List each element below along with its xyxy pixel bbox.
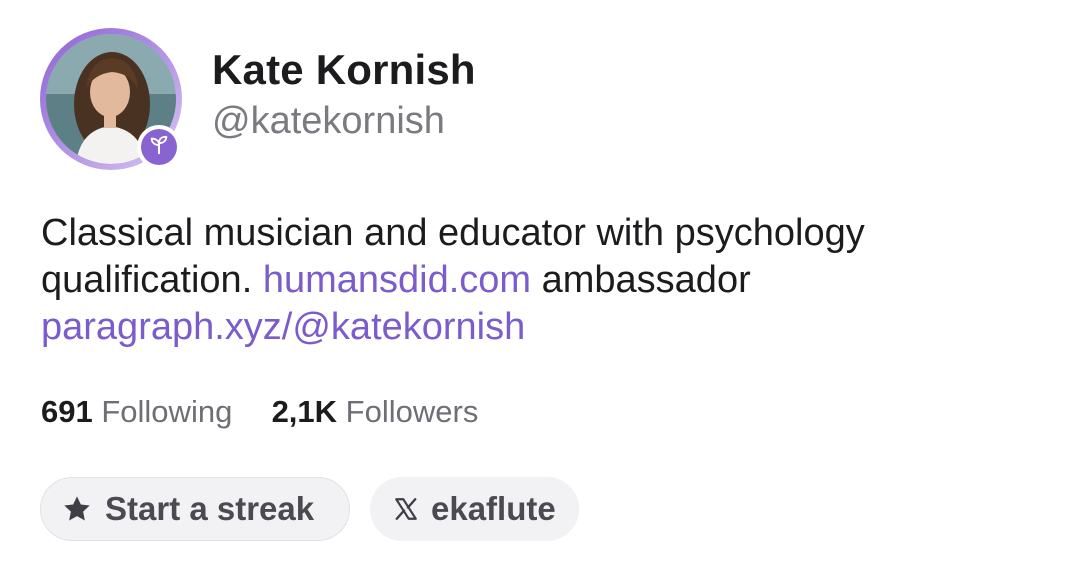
x-logo-icon	[393, 496, 419, 522]
bio-line-2: qualification. humansdid.com ambassador	[41, 257, 1041, 304]
profile-bio: Classical musician and educator with psy…	[41, 210, 1041, 351]
paragraph-link[interactable]: paragraph.xyz/@katekornish	[41, 306, 525, 348]
followers-label: Followers	[345, 394, 479, 429]
following-stat[interactable]: 691 Following	[41, 394, 241, 429]
following-label: Following	[101, 394, 233, 429]
avatar-badge	[137, 125, 181, 169]
x-account-label: ekaflute	[431, 490, 556, 527]
followers-count: 2,1K	[271, 394, 338, 429]
start-streak-label: Start a streak	[105, 490, 315, 527]
username: @katekornish	[212, 100, 445, 142]
follow-stats: 691 Following 2,1K Followers	[41, 394, 478, 430]
profile-avatar[interactable]	[40, 28, 182, 170]
bio-text: ambassador	[531, 259, 751, 301]
bio-text: qualification.	[41, 259, 263, 301]
start-streak-button[interactable]: Start a streak	[40, 477, 350, 541]
following-count: 691	[41, 394, 93, 429]
star-icon	[61, 493, 93, 525]
x-account-button[interactable]: ekaflute	[370, 477, 579, 541]
humansdid-link[interactable]: humansdid.com	[263, 259, 531, 301]
display-name: Kate Kornish	[212, 46, 476, 93]
followers-stat[interactable]: 2,1K Followers	[272, 394, 479, 429]
bio-line-1: Classical musician and educator with psy…	[41, 212, 865, 254]
sprout-icon	[148, 134, 170, 161]
profile-actions: Start a streak ekaflute	[40, 477, 579, 541]
